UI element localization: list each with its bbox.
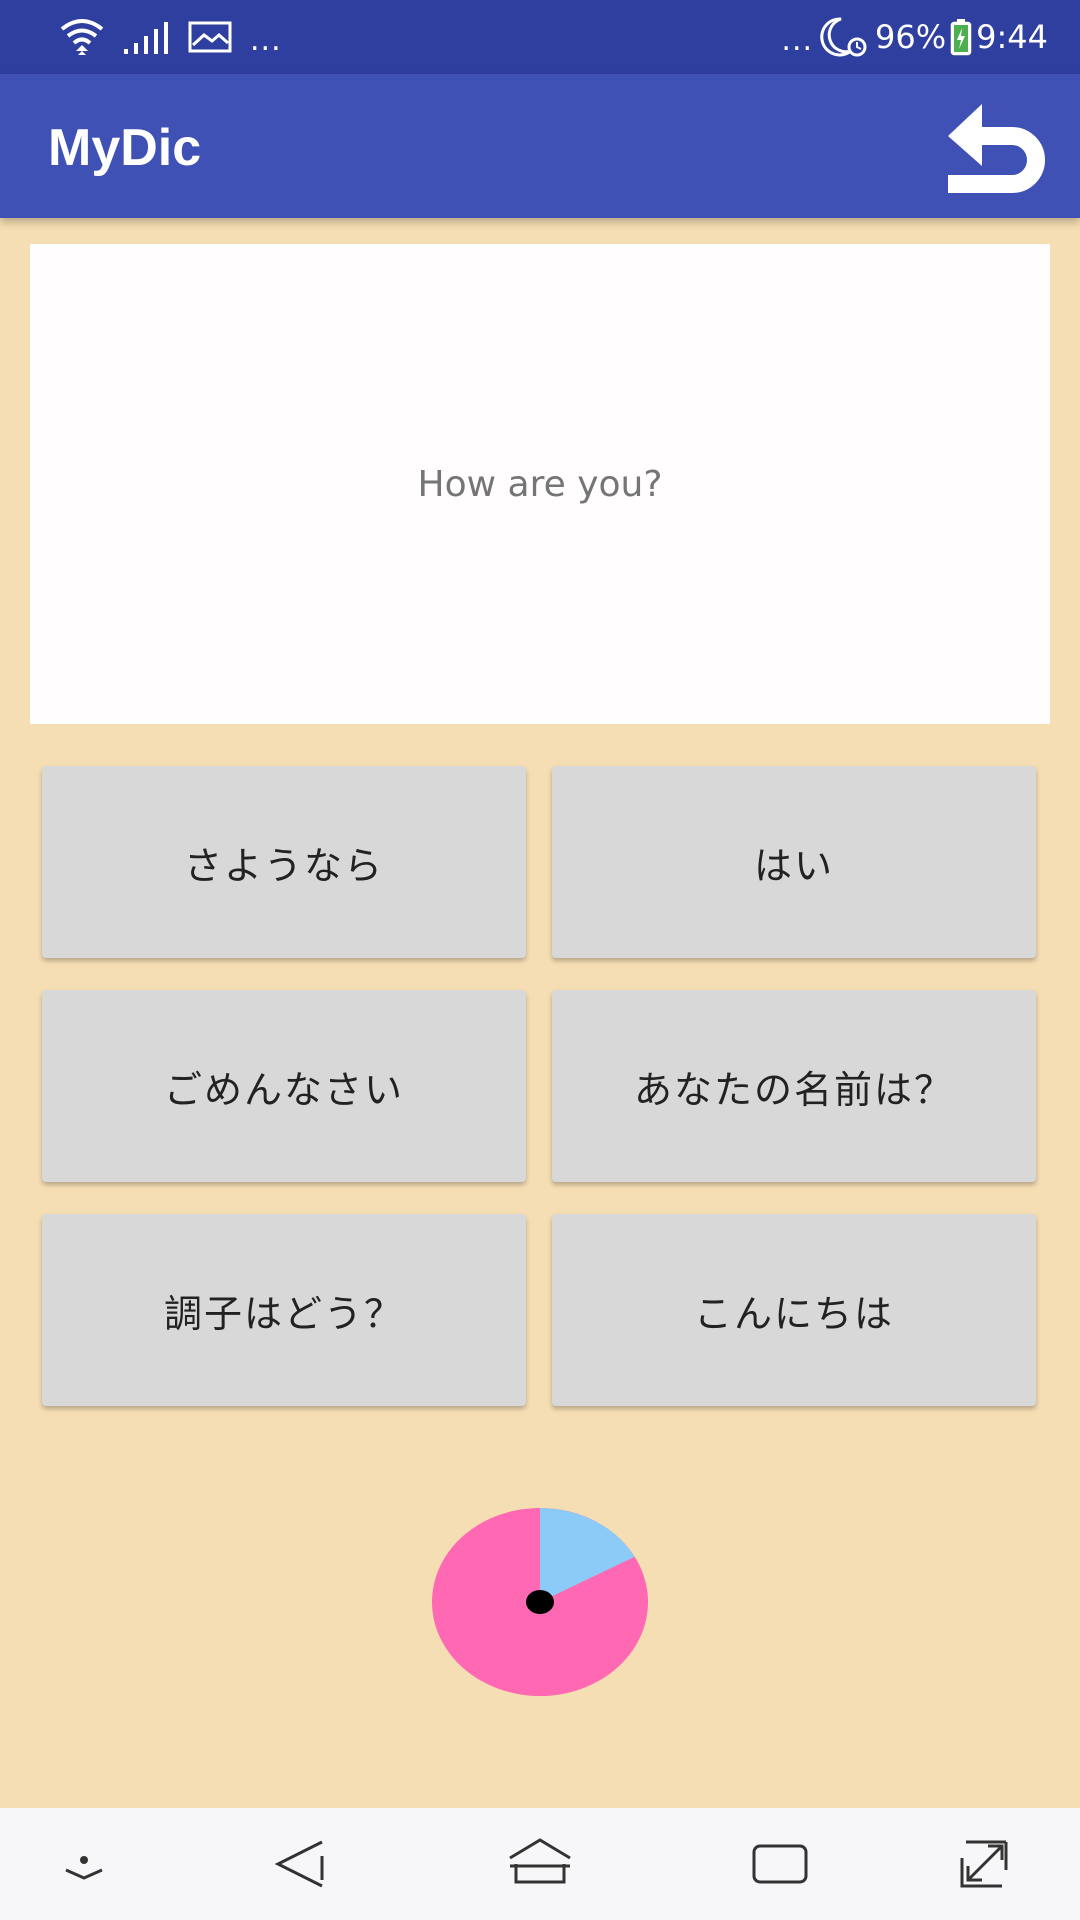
return-icon (948, 104, 1045, 193)
moon-icon (820, 17, 867, 57)
app-title: MyDic (48, 119, 202, 177)
status-bar: ... ... 96% 9:44 (0, 0, 1080, 74)
question-card: How are you? (30, 244, 1050, 724)
status-right-dots: ... (781, 22, 814, 58)
answer-button-3[interactable]: ごめんなさい (42, 990, 526, 1182)
answer-button-4[interactable]: あなたの名前は？ (552, 990, 1036, 1182)
collapse-icon (65, 1856, 103, 1880)
signal-icon (124, 22, 168, 54)
recents-icon (752, 1844, 808, 1884)
clock: 9:44 (976, 18, 1048, 56)
answer-label: はい (753, 843, 834, 888)
status-left-dots: ... (250, 22, 282, 58)
answer-label: ごめんなさい (163, 1067, 404, 1112)
app-bar: MyDic (0, 74, 1080, 218)
status-left: ... (60, 14, 282, 60)
battery-percent: 96% (875, 18, 947, 56)
image-icon (188, 21, 232, 53)
wifi-icon (60, 19, 104, 55)
answer-label: こんにちは (693, 1291, 894, 1336)
back-icon (274, 1840, 324, 1888)
nav-collapse-button[interactable] (44, 1828, 124, 1900)
expand-icon (960, 1840, 1008, 1888)
nav-recents-button[interactable] (740, 1828, 820, 1900)
return-button[interactable] (946, 102, 1050, 194)
answer-button-2[interactable]: はい (552, 766, 1036, 958)
answer-button-6[interactable]: こんにちは (552, 1214, 1036, 1406)
answer-label: あなたの名前は？ (633, 1067, 954, 1112)
answer-button-5[interactable]: 調子はどう？ (42, 1214, 526, 1406)
answer-label: さようなら (183, 843, 384, 888)
nav-home-button[interactable] (500, 1828, 580, 1900)
timer-center-dot (526, 1590, 554, 1614)
navigation-bar (0, 1808, 1080, 1920)
question-text: How are you? (417, 463, 663, 505)
answer-label: 調子はどう？ (163, 1291, 404, 1336)
answer-button-1[interactable]: さようなら (42, 766, 526, 958)
status-right: ... 96% 9:44 (781, 14, 1048, 60)
battery-icon (950, 19, 972, 56)
countdown-timer (432, 1508, 648, 1696)
nav-back-button[interactable] (260, 1828, 340, 1900)
home-icon (509, 1838, 571, 1884)
nav-expand-button[interactable] (944, 1828, 1024, 1900)
